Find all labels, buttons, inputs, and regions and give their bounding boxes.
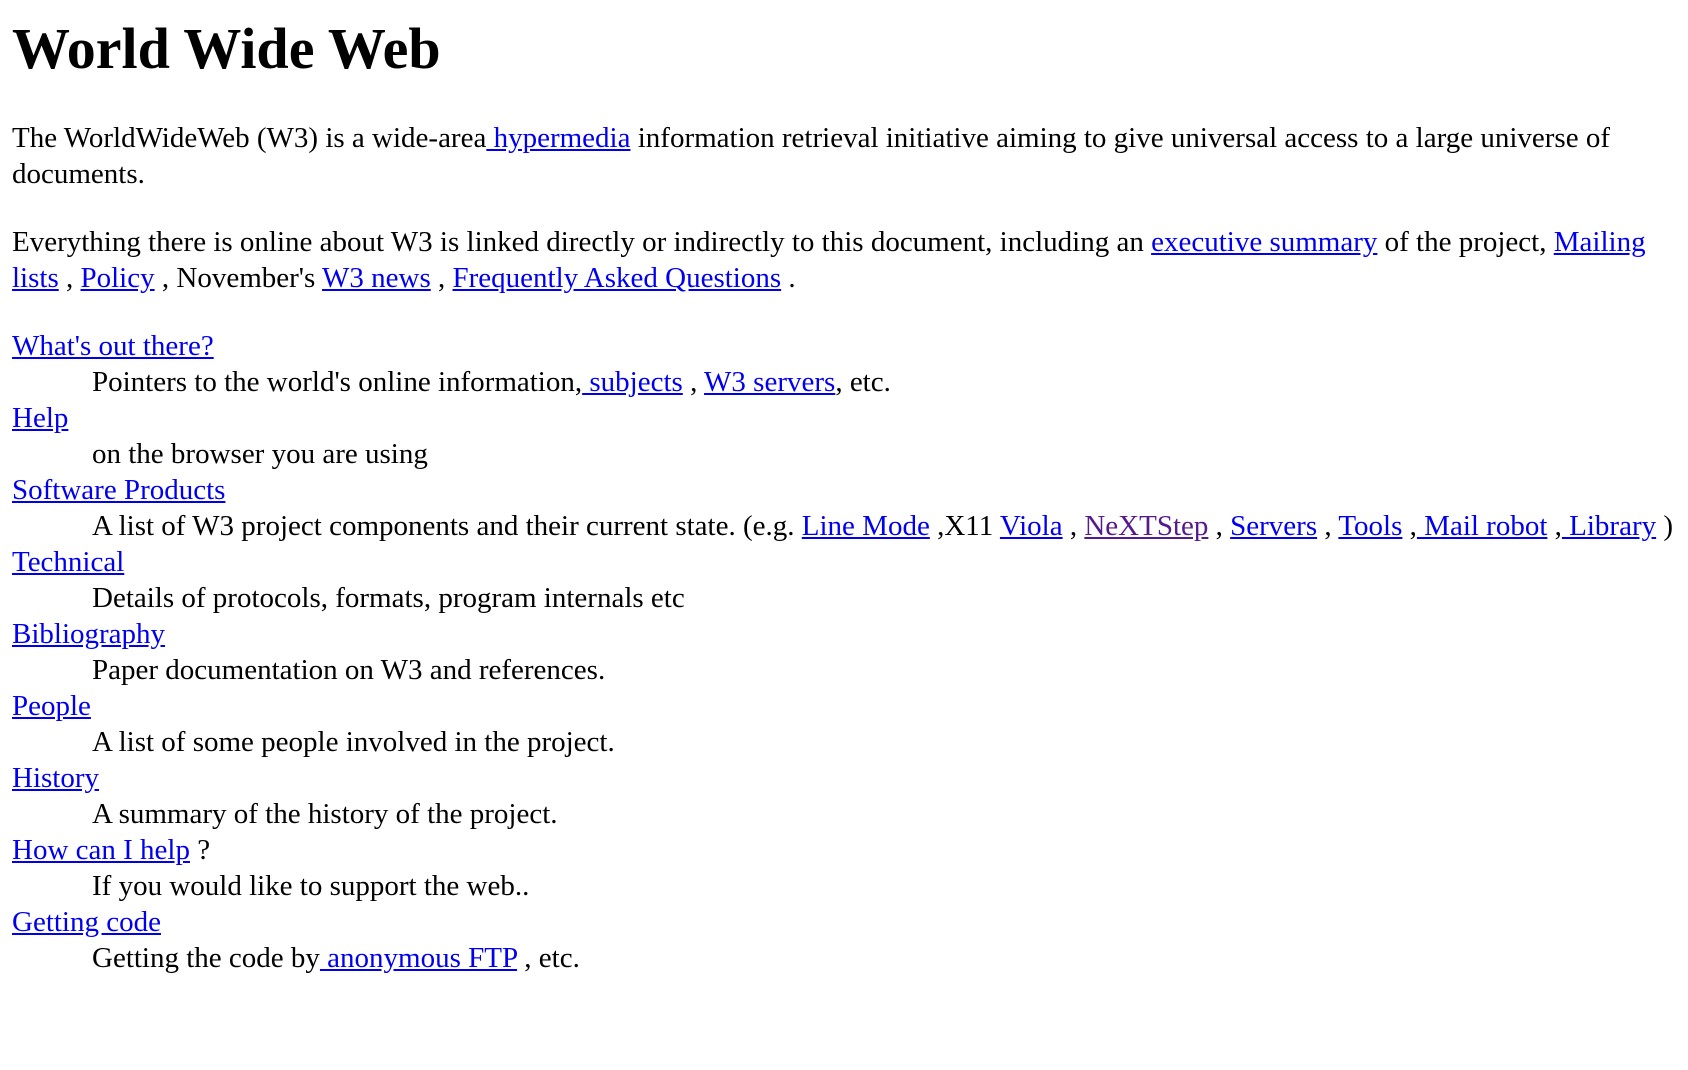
- topic-term: History: [12, 760, 1676, 796]
- summary-text: ,: [58, 262, 81, 294]
- hypermedia-link[interactable]: hypermedia: [486, 122, 631, 154]
- how-can-i-help-link[interactable]: How can I help: [12, 834, 190, 866]
- summary-text: Everything there is online about W3 is l…: [12, 226, 1152, 258]
- topic-term: Software Products: [12, 472, 1676, 508]
- bibliography-link[interactable]: Bibliography: [12, 618, 165, 650]
- topic-term: Technical: [12, 544, 1676, 580]
- intro-text: The WorldWideWeb (W3) is a wide-area: [12, 122, 487, 154]
- description-text: Details of protocols, formats, program i…: [92, 582, 685, 614]
- servers-link[interactable]: Servers: [1230, 510, 1317, 542]
- whats-out-there-link[interactable]: What's out there?: [12, 330, 214, 362]
- description-text: ,: [682, 366, 705, 398]
- summary-text: , November's: [154, 262, 323, 294]
- technical-link[interactable]: Technical: [12, 546, 124, 578]
- summary-paragraph: Everything there is online about W3 is l…: [12, 224, 1676, 296]
- policy-link[interactable]: Policy: [81, 262, 155, 294]
- description-text: ,: [1402, 510, 1417, 542]
- topic-description: A list of some people involved in the pr…: [92, 724, 1676, 760]
- viola-link[interactable]: Viola: [1000, 510, 1063, 542]
- library-link[interactable]: Library: [1562, 510, 1656, 542]
- topic-description: Getting the code by anonymous FTP , etc.: [92, 940, 1676, 976]
- topic-description: Details of protocols, formats, program i…: [92, 580, 1676, 616]
- page-title: World Wide Web: [12, 16, 441, 81]
- term-suffix: ?: [189, 834, 211, 866]
- topic-description: A summary of the history of the project.: [92, 796, 1676, 832]
- topic-term: What's out there?: [12, 328, 1676, 364]
- topic-term: People: [12, 688, 1676, 724]
- page: World Wide Web The WorldWideWeb (W3) is …: [0, 14, 1688, 976]
- topic-list: What's out there? Pointers to the world'…: [12, 328, 1676, 976]
- description-text: A list of W3 project components and thei…: [92, 510, 802, 542]
- getting-code-link[interactable]: Getting code: [12, 906, 161, 938]
- description-text: on the browser you are using: [92, 438, 428, 470]
- nextstep-link[interactable]: NeXTStep: [1084, 510, 1208, 542]
- topic-term: Help: [12, 400, 1676, 436]
- description-text: If you would like to support the web..: [92, 870, 530, 902]
- topic-description: Pointers to the world's online informati…: [92, 364, 1676, 400]
- description-text: ,X11: [929, 510, 1000, 542]
- topic-term: Getting code: [12, 904, 1676, 940]
- description-text: ): [1656, 510, 1674, 542]
- description-text: , etc.: [835, 366, 891, 398]
- description-text: A summary of the history of the project.: [92, 798, 558, 830]
- w3-servers-link[interactable]: W3 servers: [704, 366, 835, 398]
- summary-text: .: [781, 262, 796, 294]
- mail-robot-link[interactable]: Mail robot: [1417, 510, 1547, 542]
- line-mode-link[interactable]: Line Mode: [802, 510, 930, 542]
- faq-link[interactable]: Frequently Asked Questions: [453, 262, 782, 294]
- w3-news-link[interactable]: W3 news: [322, 262, 431, 294]
- topic-description: If you would like to support the web..: [92, 868, 1676, 904]
- summary-text: ,: [430, 262, 453, 294]
- intro-paragraph: The WorldWideWeb (W3) is a wide-area hyp…: [12, 120, 1676, 192]
- description-text: , etc.: [517, 942, 580, 974]
- software-products-link[interactable]: Software Products: [12, 474, 225, 506]
- description-text: ,: [1317, 510, 1339, 542]
- topic-term: How can I help ?: [12, 832, 1676, 868]
- executive-summary-link[interactable]: executive summary: [1151, 226, 1377, 258]
- description-text: ,: [1062, 510, 1085, 542]
- topic-term: Bibliography: [12, 616, 1676, 652]
- people-link[interactable]: People: [12, 690, 91, 722]
- description-text: Getting the code by: [92, 942, 320, 974]
- tools-link[interactable]: Tools: [1338, 510, 1402, 542]
- anonymous-ftp-link[interactable]: anonymous FTP: [320, 942, 517, 974]
- topic-description: on the browser you are using: [92, 436, 1676, 472]
- description-text: ,: [1547, 510, 1562, 542]
- description-text: ,: [1208, 510, 1231, 542]
- history-link[interactable]: History: [12, 762, 99, 794]
- topic-description: A list of W3 project components and thei…: [92, 508, 1676, 544]
- description-text: Paper documentation on W3 and references…: [92, 654, 606, 686]
- help-link[interactable]: Help: [12, 402, 68, 434]
- topic-description: Paper documentation on W3 and references…: [92, 652, 1676, 688]
- summary-text: of the project,: [1377, 226, 1554, 258]
- description-text: A list of some people involved in the pr…: [92, 726, 615, 758]
- description-text: Pointers to the world's online informati…: [92, 366, 583, 398]
- subjects-link[interactable]: subjects: [582, 366, 682, 398]
